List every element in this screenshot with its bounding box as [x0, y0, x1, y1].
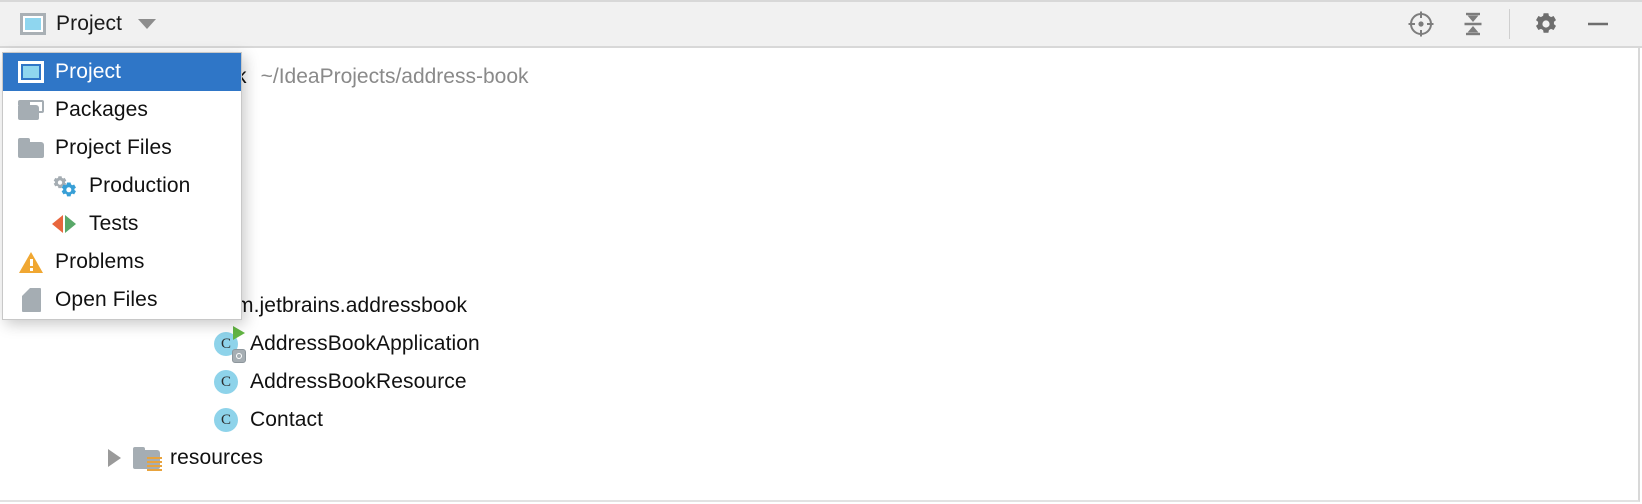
view-selector-popup[interactable]: Project Packages Project Files Productio…: [2, 52, 242, 320]
java-class-icon: C: [214, 370, 238, 394]
project-path-label: ~/IdeaProjects/address-book: [260, 65, 529, 88]
tests-arrows-icon: [51, 214, 79, 234]
menu-item-open-files[interactable]: Open Files: [3, 281, 241, 319]
resources-folder-icon: [133, 447, 162, 471]
tree-row-label: AddressBookResource: [250, 370, 467, 393]
menu-item-label: Problems: [55, 250, 145, 273]
tree-row-label: resources: [170, 446, 264, 469]
tree-row-contact[interactable]: C Contact: [214, 401, 323, 439]
menu-item-label: Tests: [89, 212, 139, 235]
view-selector-button[interactable]: Project: [0, 2, 157, 46]
tree-row-label: AddressBookApplication: [250, 332, 480, 355]
warning-triangle-icon: [17, 251, 45, 273]
menu-item-label: Project: [55, 60, 122, 83]
menu-item-production[interactable]: Production: [3, 167, 241, 205]
collapse-all-icon: [1464, 12, 1482, 36]
menu-item-label: Open Files: [55, 288, 158, 311]
tree-row-project-root[interactable]: k ~/IdeaProjects/address-book: [236, 58, 529, 96]
project-window-icon: [17, 61, 45, 83]
menu-item-label: Project Files: [55, 136, 172, 159]
menu-item-packages[interactable]: Packages: [3, 91, 241, 129]
menu-item-tests[interactable]: Tests: [3, 205, 241, 243]
tree-row-resources[interactable]: resources: [108, 439, 263, 477]
document-icon: [17, 288, 45, 312]
chevron-down-icon[interactable]: [138, 19, 157, 29]
tree-row-label: Contact: [250, 408, 324, 431]
project-window-icon: [20, 13, 46, 35]
toolbar-actions: [1395, 2, 1642, 46]
crosshair-target-icon: [1408, 11, 1434, 37]
menu-item-label: Packages: [55, 98, 149, 121]
folder-icon: [17, 138, 45, 158]
tree-row-address-book-resource[interactable]: C AddressBookResource: [214, 363, 467, 401]
gears-icon: [51, 174, 79, 198]
tree-row-address-book-application[interactable]: C AddressBookApplication: [214, 325, 480, 363]
java-class-icon: C: [214, 408, 238, 432]
menu-item-problems[interactable]: Problems: [3, 243, 241, 281]
hide-window-button[interactable]: [1572, 0, 1624, 48]
scroll-from-source-button[interactable]: [1395, 0, 1447, 48]
menu-item-label: Production: [89, 174, 191, 197]
menu-item-project[interactable]: Project: [3, 53, 241, 91]
settings-button[interactable]: [1520, 0, 1572, 48]
minimize-icon: [1588, 22, 1608, 26]
java-class-runnable-icon: C: [214, 326, 246, 363]
menu-item-project-files[interactable]: Project Files: [3, 129, 241, 167]
packages-folder-icon: [17, 100, 45, 120]
expand-arrow-icon[interactable]: [108, 449, 121, 467]
tool-window-title: Project: [56, 12, 123, 35]
tree-row-package[interactable]: m.jetbrains.addressbook: [236, 287, 467, 325]
toolbar-separator: [1509, 9, 1510, 39]
project-tree[interactable]: k ~/IdeaProjects/address-book m.jetbrain…: [0, 48, 1640, 502]
tool-window-header: Project: [0, 0, 1642, 48]
collapse-all-button[interactable]: [1447, 0, 1499, 48]
tree-row-label: m.jetbrains.addressbook: [236, 294, 468, 317]
gear-icon: [1536, 13, 1556, 33]
project-tool-window: k ~/IdeaProjects/address-book m.jetbrain…: [0, 0, 1642, 504]
